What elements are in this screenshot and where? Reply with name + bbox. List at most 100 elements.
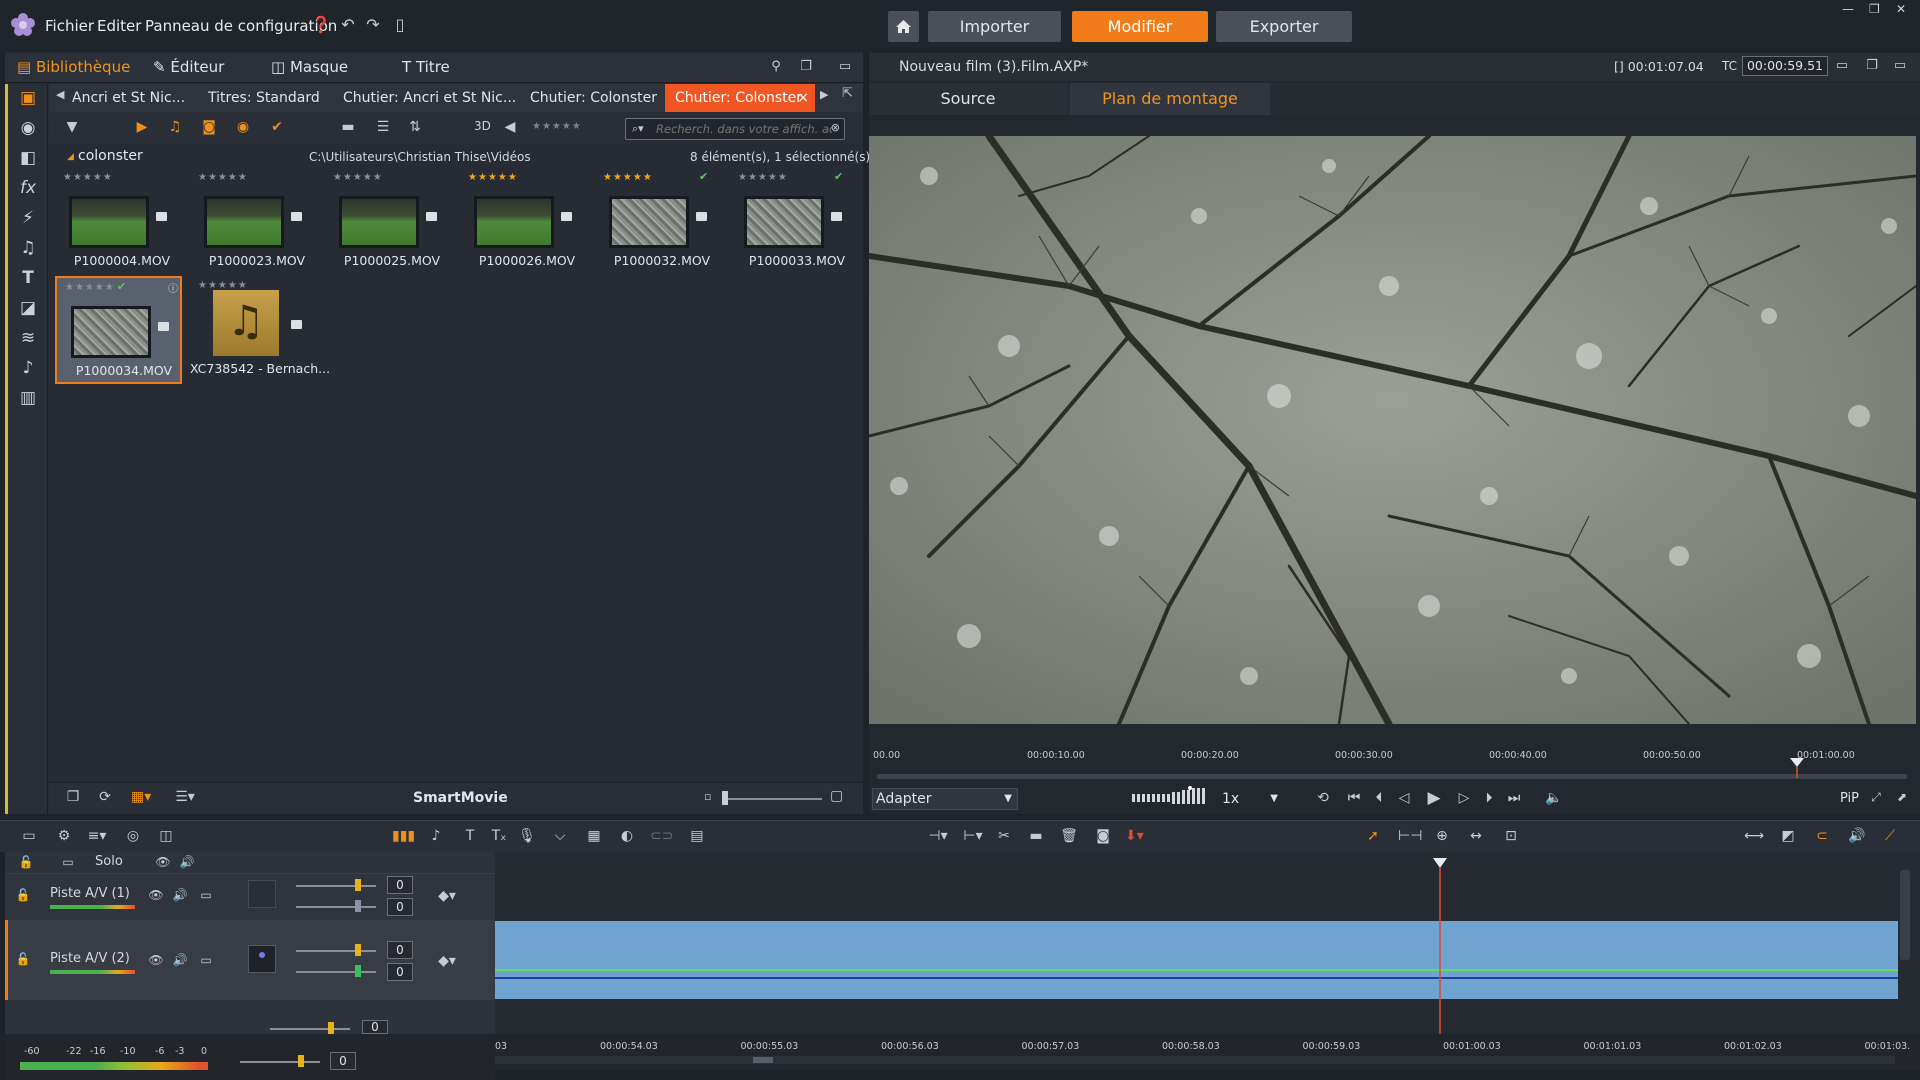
transitions-icon[interactable]: ⚡: [18, 208, 38, 228]
clip-info-icon[interactable]: ⓘ: [168, 280, 178, 295]
copy-icon[interactable]: ❐: [63, 789, 83, 805]
track-2-volume-value[interactable]: 0: [387, 941, 413, 959]
pin-icon[interactable]: ⚲: [766, 57, 786, 77]
3d-filter[interactable]: 3D: [474, 119, 491, 133]
minimize-icon[interactable]: —: [1842, 2, 1854, 16]
close-window-icon[interactable]: ✕: [1896, 2, 1906, 16]
menu-file[interactable]: Fichier: [45, 17, 94, 35]
speed-dropdown[interactable]: 1x ▼: [1222, 788, 1278, 810]
pip-button[interactable]: PiP: [1840, 791, 1859, 806]
rating-filter[interactable]: ★★★★★: [532, 121, 582, 132]
track-1-pan-value[interactable]: 0: [387, 898, 413, 916]
speaker-icon[interactable]: 🔊: [1847, 828, 1867, 844]
step-back-icon[interactable]: ◁: [1394, 790, 1414, 806]
folder-icon[interactable]: ▬: [338, 119, 358, 137]
player-layout-icon[interactable]: ▭: [1890, 56, 1910, 76]
step-forward-icon[interactable]: ▷: [1454, 790, 1474, 806]
tab-mask[interactable]: ◫ Masque: [271, 58, 348, 76]
settings-icon[interactable]: ⚙: [54, 828, 74, 844]
title-editor-icon[interactable]: T: [460, 828, 480, 844]
marker-icon[interactable]: ⬇▾: [1125, 828, 1144, 844]
motion-title-icon[interactable]: Tₓ: [489, 828, 509, 844]
track-2-volume-handle[interactable]: [355, 944, 361, 956]
insert-mode-icon[interactable]: ⊣▾: [928, 828, 948, 844]
timeline-vscroll[interactable]: [1900, 870, 1910, 960]
track-1-pan[interactable]: [248, 880, 276, 908]
timeline-clip[interactable]: [495, 921, 1898, 999]
loop-icon[interactable]: ⟲: [1313, 790, 1333, 806]
track-view-icon[interactable]: ▭: [19, 828, 39, 844]
clip-card[interactable]: ★★★★★ ✔ P1000034.MOV ⓘ: [55, 276, 182, 384]
clip-card[interactable]: ★★★★★ ♫ XC738542 - Bernach...: [190, 276, 330, 376]
track-2-volume-slider[interactable]: [296, 950, 376, 952]
bin-tab-3[interactable]: Chutier: Ancri et St Nic...: [333, 84, 526, 112]
undo-icon[interactable]: ↶: [338, 15, 358, 35]
tag-icon[interactable]: ◀: [500, 119, 520, 137]
menu-control-panel[interactable]: Panneau de configuration: [145, 17, 337, 35]
track-3-volume-slider[interactable]: [270, 1028, 350, 1030]
track-1-monitor-icon[interactable]: ▭: [196, 888, 216, 902]
scrubber-track[interactable]: [877, 774, 1907, 779]
track-2-pan[interactable]: [248, 945, 276, 973]
clip-card[interactable]: ★★★★★ P1000023.MOV: [190, 168, 318, 268]
snapshot-icon[interactable]: ◙: [1093, 828, 1113, 844]
clip-rating[interactable]: ★★★★★: [468, 172, 518, 183]
play-icon[interactable]: ▶: [1424, 788, 1444, 808]
timeline-hscroll[interactable]: [495, 1056, 1895, 1064]
next-edit-icon[interactable]: ⏵: [1479, 790, 1499, 806]
track-2-lock-icon[interactable]: 🔓: [13, 952, 33, 966]
sort-icon[interactable]: ⇅: [405, 119, 425, 137]
export-frame-icon[interactable]: ▭: [1832, 56, 1852, 76]
tabs-scroll-right-icon[interactable]: ▶: [820, 88, 828, 101]
float-panel-icon[interactable]: ❐: [796, 57, 816, 77]
bin-tab-4[interactable]: Chutier: Colonster: [520, 84, 667, 112]
lock-all-icon[interactable]: 🔓: [16, 855, 36, 869]
track-1-volume-handle[interactable]: [355, 879, 361, 891]
tab-editor[interactable]: ✎ Éditeur: [153, 58, 224, 76]
help-icon[interactable]: ❓: [311, 15, 331, 35]
collections-icon[interactable]: ◧: [18, 148, 38, 168]
multicam-icon[interactable]: ▦: [584, 828, 604, 844]
master-volume-slider[interactable]: [240, 1061, 320, 1063]
track-2-monitor-icon[interactable]: ▭: [196, 953, 216, 967]
filter-projects-icon[interactable]: ◉: [233, 119, 253, 137]
track-1-pan-handle[interactable]: [355, 900, 361, 912]
voiceover-icon[interactable]: 🎙: [517, 828, 537, 844]
audio-all-icon[interactable]: 🔊: [177, 855, 197, 869]
media-icon[interactable]: ▣: [18, 88, 38, 108]
bin-tab-2[interactable]: Titres: Standard: [198, 84, 330, 112]
restore-icon[interactable]: ❐: [1869, 2, 1880, 16]
titles-icon[interactable]: T: [18, 268, 38, 288]
clip-rating[interactable]: ★★★★★: [65, 282, 115, 293]
redo-icon[interactable]: ↷: [363, 15, 383, 35]
float-player-icon[interactable]: ❐: [1862, 56, 1882, 76]
record-icon[interactable]: ◎: [123, 828, 143, 844]
track-2-pan-slider[interactable]: [296, 971, 376, 973]
add-to-project-icon[interactable]: ▼: [62, 119, 82, 137]
go-to-start-icon[interactable]: ⏮: [1344, 790, 1364, 806]
audio-effects-icon[interactable]: ♪: [18, 358, 38, 378]
filter-video-icon[interactable]: ▶: [132, 119, 152, 137]
bin-tab-1[interactable]: Ancri et St Nic...: [62, 84, 195, 112]
close-tab-icon[interactable]: ×: [797, 84, 809, 112]
track-2-pan-value[interactable]: 0: [387, 963, 413, 981]
view-list-icon[interactable]: ☰: [373, 119, 393, 137]
tab-timeline[interactable]: Plan de montage: [1070, 83, 1270, 115]
menu-edit[interactable]: Editer: [97, 17, 141, 35]
stop-motion-icon[interactable]: ⌵: [550, 828, 570, 844]
delete-icon[interactable]: 🗑: [1059, 828, 1079, 844]
timeline-playhead[interactable]: [1432, 858, 1448, 1038]
montage-icon[interactable]: ◪: [18, 298, 38, 318]
track-1-volume-slider[interactable]: [296, 885, 376, 887]
grid-view-icon[interactable]: ▦▾: [131, 789, 151, 805]
layers-icon[interactable]: ≋: [18, 328, 38, 348]
trim-tool-icon[interactable]: ⊢⊣: [1398, 828, 1422, 844]
smartmovie-button[interactable]: SmartMovie: [413, 790, 508, 806]
keyframe-icon[interactable]: ⟋: [1880, 828, 1900, 844]
clear-search-icon[interactable]: ⊗: [831, 121, 840, 134]
scrubber-handle[interactable]: [1789, 758, 1805, 778]
overwrite-mode-icon[interactable]: ⊢▾: [963, 828, 983, 844]
split-screen-icon[interactable]: ▤: [687, 828, 707, 844]
fit-dropdown[interactable]: Adapter ▼: [872, 788, 1018, 810]
color-icon[interactable]: ◐: [617, 828, 637, 844]
